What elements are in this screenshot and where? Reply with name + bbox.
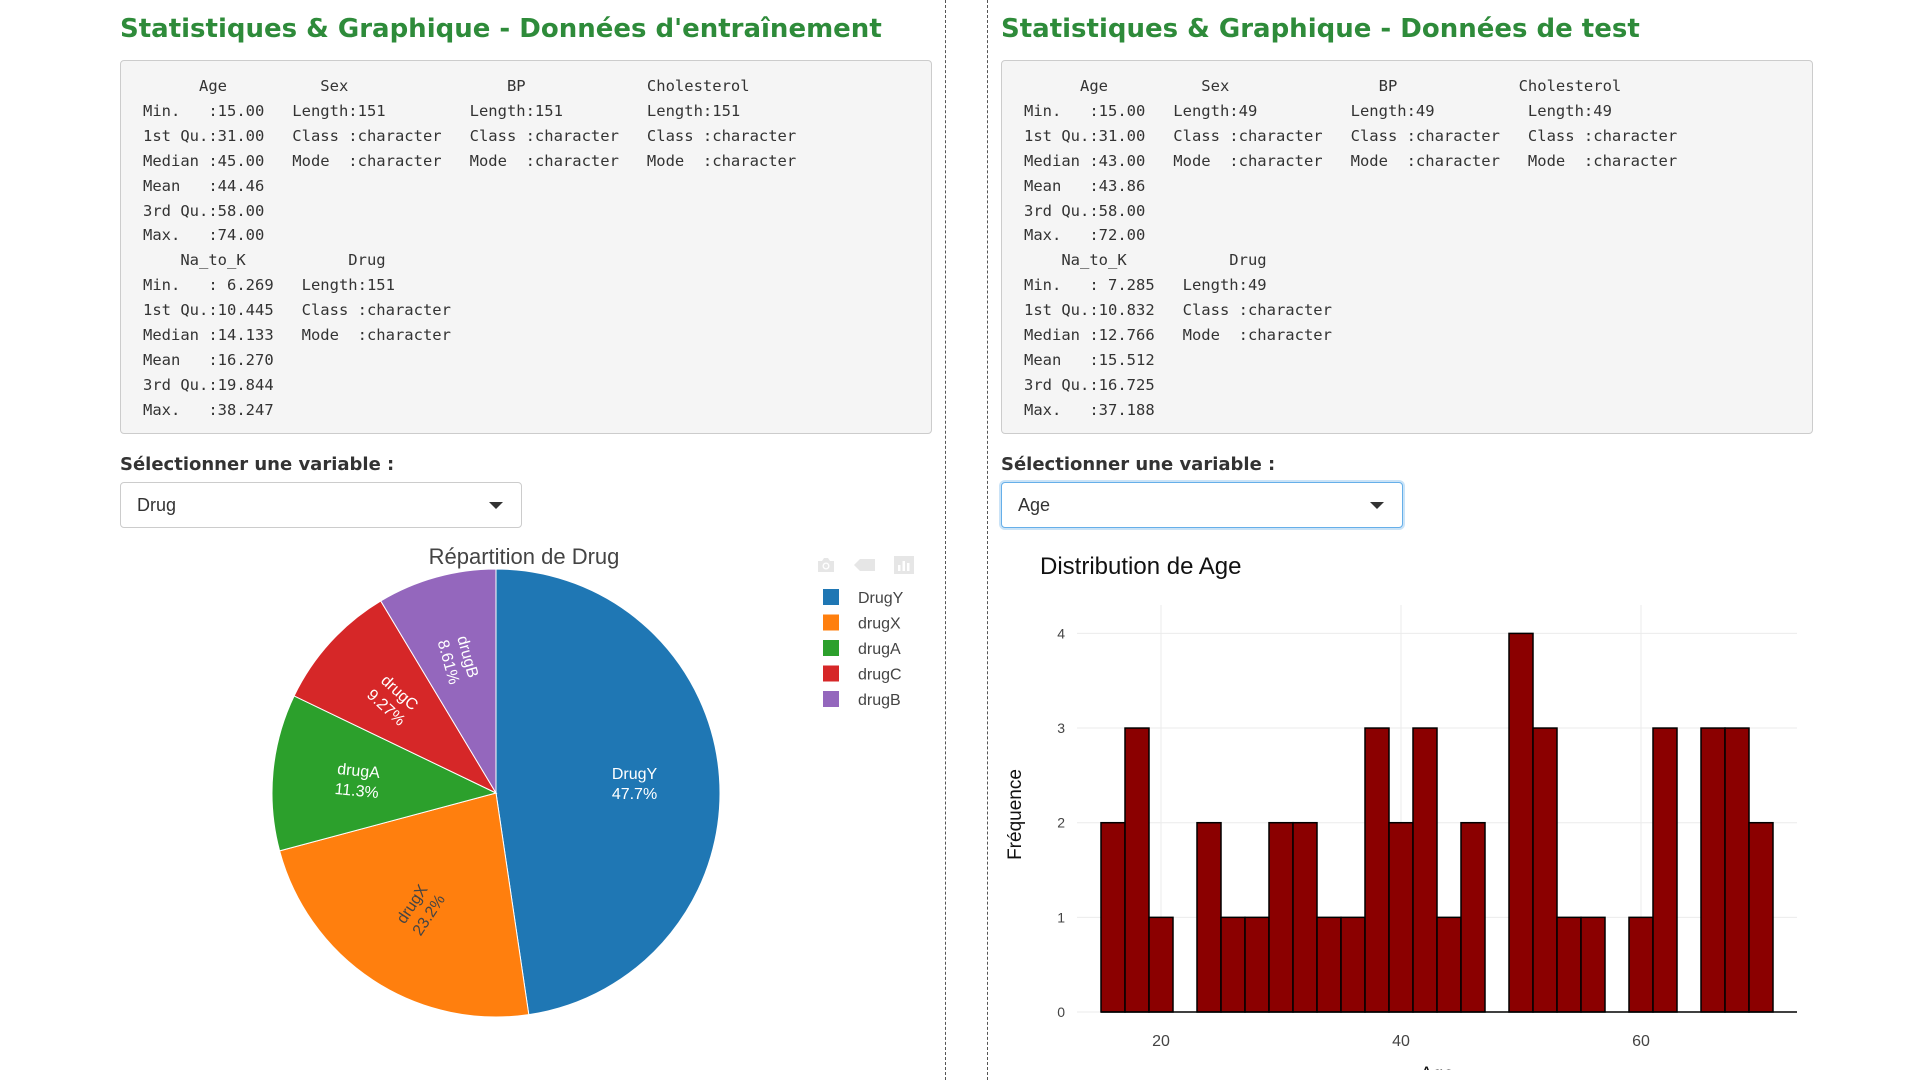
legend-label: DrugY bbox=[858, 590, 904, 607]
train-select-label: Sélectionner une variable : bbox=[120, 454, 395, 475]
x-tick-label: 60 bbox=[1632, 1033, 1650, 1050]
legend-label: drugX bbox=[858, 616, 901, 633]
histogram-bar bbox=[1316, 916, 1342, 1013]
y-tick-label: 0 bbox=[1057, 1004, 1065, 1020]
summary-line: Median :45.00 Mode :character Mode :char… bbox=[143, 151, 797, 170]
modebar bbox=[816, 556, 914, 579]
legend-swatch bbox=[823, 614, 839, 631]
test-summary-box: Age Sex BP Cholesterol Min. :15.00 Lengt… bbox=[1001, 60, 1813, 434]
summary-line: 3rd Qu.:16.725 bbox=[1024, 375, 1155, 394]
bar-chart-icon[interactable] bbox=[894, 556, 914, 579]
test-panel-title: Statistiques & Graphique - Données de te… bbox=[1001, 14, 1640, 44]
histogram-bar bbox=[1628, 916, 1654, 1013]
histogram-bar bbox=[1244, 916, 1270, 1013]
summary-line: Min. : 6.269 Length:151 bbox=[143, 276, 395, 295]
test-select-label: Sélectionner une variable : bbox=[1001, 454, 1276, 475]
histogram-bar bbox=[1532, 727, 1558, 1013]
y-tick-label: 2 bbox=[1057, 815, 1065, 831]
histogram-bar bbox=[1124, 727, 1150, 1013]
summary-line: Min. :15.00 Length:151 Length:151 Length… bbox=[143, 101, 741, 120]
histogram-bar bbox=[1292, 821, 1318, 1013]
camera-icon[interactable] bbox=[816, 557, 836, 578]
summary-line: Median :14.133 Mode :character bbox=[143, 326, 451, 345]
summary-line: Max. :38.247 bbox=[143, 400, 274, 419]
chevron-down-icon bbox=[489, 502, 503, 509]
histogram-bar bbox=[1412, 727, 1438, 1013]
x-axis-title: Age bbox=[1420, 1064, 1454, 1070]
histogram-bar bbox=[1148, 916, 1174, 1013]
right-divider bbox=[987, 0, 988, 1080]
pie-label-percent: 47.7% bbox=[612, 786, 657, 803]
summary-line: Age Sex BP Cholesterol bbox=[1024, 77, 1622, 95]
y-tick-label: 4 bbox=[1057, 625, 1065, 641]
y-tick-label: 3 bbox=[1057, 720, 1065, 736]
train-summary-box: Age Sex BP Cholesterol Min. :15.00 Lengt… bbox=[120, 60, 932, 434]
test-select-value: Age bbox=[1018, 494, 1051, 515]
pie-title: Répartition de Drug bbox=[429, 544, 620, 569]
histogram-bar bbox=[1340, 916, 1366, 1013]
histogram-chart: Distribution de Age 0 1 2 3 4 20 40 60 Age Fréquen… bbox=[1005, 553, 1797, 1070]
train-variable-select[interactable]: Drug bbox=[120, 482, 522, 528]
histogram-bar bbox=[1220, 916, 1246, 1013]
summary-line: Max. :37.188 bbox=[1024, 400, 1155, 419]
legend-swatch bbox=[823, 589, 839, 605]
summary-line: Age Sex BP Cholesterol bbox=[143, 77, 750, 95]
tag-icon[interactable] bbox=[854, 558, 876, 577]
legend-label: drugB bbox=[858, 692, 901, 709]
legend-swatch bbox=[823, 640, 839, 656]
legend-swatch bbox=[823, 691, 839, 707]
histogram-bar bbox=[1100, 821, 1126, 1013]
chevron-down-icon bbox=[1370, 502, 1384, 509]
histogram-bar bbox=[1196, 821, 1222, 1013]
histogram-bar bbox=[1508, 632, 1534, 1013]
summary-line: Max. :72.00 bbox=[1024, 226, 1146, 245]
legend-label: drugC bbox=[858, 667, 902, 684]
train-select-value: Drug bbox=[137, 494, 177, 515]
summary-line: Mean :43.86 bbox=[1024, 176, 1146, 195]
histogram-bar bbox=[1364, 727, 1390, 1013]
summary-line: 3rd Qu.:58.00 bbox=[1024, 201, 1146, 220]
histogram-bar bbox=[1388, 821, 1414, 1013]
x-tick-label: 20 bbox=[1152, 1033, 1170, 1050]
summary-line: 1st Qu.:10.445 Class :character bbox=[143, 301, 451, 320]
histogram-title: Distribution de Age bbox=[1040, 553, 1241, 580]
histogram-bar bbox=[1460, 821, 1486, 1013]
pie-slice-DrugY bbox=[495, 568, 721, 1016]
y-axis-title: Fréquence bbox=[1005, 769, 1026, 860]
histogram-bar bbox=[1436, 916, 1462, 1013]
summary-line: 1st Qu.:10.832 Class :character bbox=[1024, 301, 1332, 320]
summary-line: 1st Qu.:31.00 Class :character Class :ch… bbox=[1024, 126, 1678, 145]
histogram-bar bbox=[1652, 727, 1678, 1013]
summary-line: 1st Qu.:31.00 Class :character Class :ch… bbox=[143, 126, 797, 145]
histogram-bar bbox=[1556, 916, 1582, 1013]
summary-line: Mean :16.270 bbox=[143, 350, 274, 369]
summary-line: Mean :44.46 bbox=[143, 176, 265, 195]
histogram-bar bbox=[1580, 916, 1606, 1013]
y-tick-label: 1 bbox=[1057, 909, 1065, 925]
summary-line: 3rd Qu.:58.00 bbox=[143, 201, 265, 220]
legend-label: drugA bbox=[858, 641, 901, 658]
summary-line: 3rd Qu.:19.844 bbox=[143, 375, 274, 394]
test-variable-select[interactable]: Age bbox=[1001, 482, 1403, 528]
summary-line: Na_to_K Drug bbox=[1024, 251, 1267, 270]
left-divider bbox=[945, 0, 946, 1080]
summary-line: Max. :74.00 bbox=[143, 226, 265, 245]
histogram-bar bbox=[1700, 727, 1726, 1013]
x-tick-label: 40 bbox=[1392, 1033, 1410, 1050]
histogram-bar bbox=[1268, 821, 1294, 1013]
pie-chart: Répartition de DrugDrugY47.7%drugX23.2%d… bbox=[271, 544, 904, 1018]
histogram-bar bbox=[1724, 727, 1750, 1013]
summary-line: Na_to_K Drug bbox=[143, 251, 386, 270]
summary-line: Min. : 7.285 Length:49 bbox=[1024, 276, 1267, 295]
train-panel-title: Statistiques & Graphique - Données d'ent… bbox=[120, 14, 882, 44]
histogram-bar bbox=[1748, 821, 1774, 1013]
legend-swatch bbox=[823, 665, 839, 682]
pie-label-name: DrugY bbox=[612, 766, 658, 783]
summary-line: Median :12.766 Mode :character bbox=[1024, 326, 1332, 345]
summary-line: Median :43.00 Mode :character Mode :char… bbox=[1024, 151, 1678, 170]
summary-line: Min. :15.00 Length:49 Length:49 Length:4… bbox=[1024, 101, 1612, 120]
summary-line: Mean :15.512 bbox=[1024, 350, 1155, 369]
